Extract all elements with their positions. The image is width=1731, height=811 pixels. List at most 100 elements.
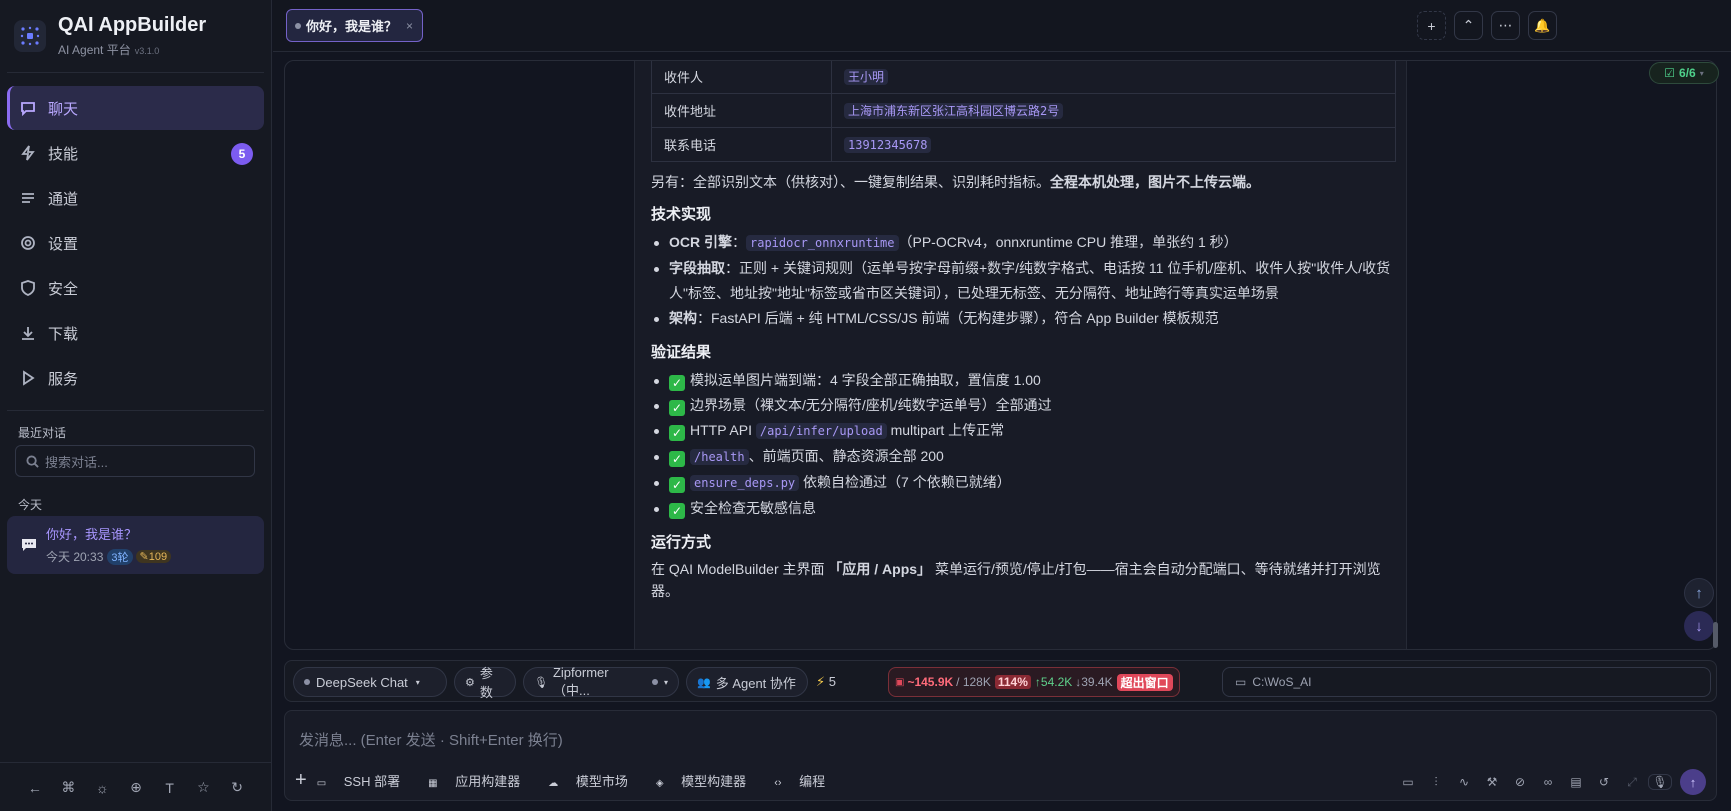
notification-bell-icon[interactable]: 🔔 <box>1528 11 1557 40</box>
bolt-count: ⚡ 5 <box>816 674 836 690</box>
working-dir-value: C:\WoS_AI <box>1252 675 1312 689</box>
nav-item-label: 技能 <box>48 145 79 163</box>
chat-icon <box>19 99 37 117</box>
scroll-up-button[interactable]: ↑ <box>1684 578 1714 608</box>
nav-item-label: 服务 <box>48 370 79 388</box>
item-sep: ： <box>697 310 711 326</box>
table-value: 上海市浦东新区张江高科园区博云路2号 <box>844 103 1064 119</box>
collapse-button[interactable]: ⌃ <box>1454 11 1483 40</box>
chat-scrollbar[interactable] <box>1713 622 1718 648</box>
expand-icon[interactable]: ⤢ <box>1620 775 1644 790</box>
nav-item-security[interactable]: 安全 <box>7 266 264 310</box>
group-label-today: 今天 <box>18 498 43 512</box>
history-icon[interactable]: ↺ <box>1592 775 1616 789</box>
check-icon: ✓ <box>669 375 685 391</box>
params-button[interactable]: ⚙ 参数 <box>454 666 516 700</box>
check-icon: ✓ <box>669 425 685 441</box>
item-text: 安全检查无敏感信息 <box>690 500 816 516</box>
sidebar-footer: ← ⌘ ☼ ⊕ T ☆ ↻ <box>0 762 272 811</box>
ssh-deploy-button[interactable]: ▭ SSH 部署 <box>317 771 414 790</box>
bolt-count-value: 5 <box>828 674 836 689</box>
item-label: 字段抽取 <box>669 260 725 276</box>
tools-icon[interactable]: ⚒ <box>1480 775 1504 789</box>
nav-item-channels[interactable]: 通道 <box>7 176 264 220</box>
pulse-icon[interactable]: ∿ <box>1452 775 1476 789</box>
conversation-item[interactable]: 你好，我是谁？ 今天 20:33 3轮 ✎109 <box>7 516 264 574</box>
theme-icon[interactable]: ☼ <box>90 780 114 796</box>
sidebar: QAI AppBuilder AI Agent 平台 v3.1.0 聊天 技能 5 … <box>0 0 272 811</box>
model-market-button[interactable]: ☁ 模型市场 <box>548 771 642 790</box>
agents-icon: 👥 <box>697 676 711 689</box>
message-input[interactable]: 发消息... (Enter 发送 · Shift+Enter 换行) <box>299 729 563 750</box>
check-icon: ✓ <box>669 477 685 493</box>
app-title: QAI AppBuilder <box>58 14 207 36</box>
block-icon[interactable]: ⊘ <box>1508 775 1532 789</box>
tech-list: OCR 引擎： rapidocr_onnxruntime （PP-OCRv4，onn… <box>651 230 1396 331</box>
star-icon[interactable]: ☆ <box>191 779 215 796</box>
nav-item-label: 设置 <box>48 235 79 253</box>
rounds-badge: 3轮 <box>107 548 133 565</box>
composer-actions: ▭ ⫶ ∿ ⚒ ⊘ ∞ ▤ ↺ ⤢ 🎙 ↑ <box>1392 769 1706 795</box>
conversation-search-input[interactable]: 搜索对话... <box>15 445 255 477</box>
token-usage-stat[interactable]: ▣ ~145.9K / 128K 114% ↑54.2K ↓39.4K 超出窗口 <box>888 667 1180 697</box>
list-item: ✓ 边界场景（裸文本/无分隔符/座机/纯数字运单号）全部通过 <box>651 393 1396 418</box>
tab-status-dot <box>295 22 301 29</box>
folder-icon[interactable]: ▭ <box>1396 775 1420 789</box>
app-builder-button[interactable]: ▦ 应用构建器 <box>428 771 534 790</box>
nav-item-download[interactable]: 下载 <box>7 311 264 355</box>
nav-item-label: 安全 <box>48 280 79 298</box>
command-icon[interactable]: ⌘ <box>57 779 81 796</box>
context-icon: ▣ <box>895 676 905 688</box>
terminal-icon: ▭ <box>316 778 327 789</box>
asr-selector[interactable]: 🎙 Zipformer（中... ▾ <box>523 665 679 698</box>
item-text: 正则 + 关键词规则（运单号按字母前缀+数字/纯数字格式、电话按 11 位手机/… <box>669 260 1391 301</box>
nav-item-services[interactable]: 服务 <box>7 356 264 400</box>
scroll-down-button[interactable]: ↓ <box>1684 611 1714 641</box>
top-bar: 你好，我是谁？ × + ⌃ ⋯ 🔔 <box>273 0 1731 52</box>
bolt-icon: ⚡ <box>816 674 826 689</box>
tokens-limit: / 128K <box>956 675 991 689</box>
refresh-icon[interactable]: ↻ <box>225 779 249 796</box>
back-icon[interactable]: ← <box>23 780 47 796</box>
tab-close-icon[interactable]: × <box>406 19 413 33</box>
gear-icon <box>19 234 37 252</box>
send-button[interactable]: ↑ <box>1680 769 1706 795</box>
comment-icon[interactable]: ▤ <box>1564 775 1588 789</box>
globe-icon[interactable]: ⊕ <box>124 779 148 796</box>
coding-button[interactable]: ‹› 编程 <box>774 771 839 790</box>
font-icon[interactable]: T <box>158 780 182 796</box>
item-text: FastAPI 后端 + 纯 HTML/CSS/JS 前端（无构建步骤），符合 … <box>711 310 1219 326</box>
link-icon[interactable]: ∞ <box>1536 775 1560 789</box>
model-builder-button[interactable]: ◈ 模型构建器 <box>656 771 760 790</box>
working-dir-field[interactable]: ▭ C:\WoS_AI <box>1222 667 1711 697</box>
nav-item-chat[interactable]: 聊天 <box>7 86 264 130</box>
item-sep: ： <box>725 260 739 276</box>
multi-agent-button[interactable]: 👥 多 Agent 协作 <box>686 667 808 697</box>
task-counter-badge[interactable]: ☑ 6/6 ▾ <box>1649 62 1719 84</box>
list-item: ✓ ensure_deps.py 依赖自检通过（7 个依赖已就绪） <box>651 470 1396 496</box>
message-composer[interactable]: 发消息... (Enter 发送 · Shift+Enter 换行) + ▭ S… <box>284 710 1717 801</box>
divider <box>7 72 264 73</box>
add-attachment-button[interactable]: + <box>295 769 307 792</box>
chevron-down-icon: ▾ <box>1699 68 1704 78</box>
verify-list: ✓ 模拟运单图片端到端：4 字段全部正确抽取，置信度 1.00 ✓ 边界场景（裸文本… <box>651 368 1396 521</box>
new-tab-button[interactable]: + <box>1417 11 1446 40</box>
chevron-down-icon: ▾ <box>415 677 420 687</box>
app-root: QAI AppBuilder AI Agent 平台 v3.1.0 聊天 技能 5 … <box>0 0 1731 811</box>
more-button[interactable]: ⋯ <box>1491 11 1520 40</box>
sliders-icon[interactable]: ⫶ <box>1424 775 1448 790</box>
chat-area: 收件人 王小明 收件地址 上海市浦东新区张江高科园区博云路2号 联系电话 139123… <box>284 60 1717 650</box>
mic-icon[interactable]: 🎙 <box>1648 774 1672 790</box>
tab-conversation[interactable]: 你好，我是谁？ × <box>286 9 423 42</box>
check-icon: ✓ <box>669 503 685 519</box>
table-value-cell: 王小明 <box>831 61 1396 94</box>
nav-item-settings[interactable]: 设置 <box>7 221 264 265</box>
model-selector[interactable]: DeepSeek Chat ▾ <box>293 667 447 697</box>
chat-toolbar: DeepSeek Chat ▾ ⚙ 参数 🎙 Zipformer（中... ▾ 👥 多 A… <box>284 660 1717 702</box>
item-text: multipart 上传正常 <box>886 422 1005 438</box>
run-text: 在 QAI ModelBuilder 主界面 <box>651 561 829 577</box>
message-content: 收件人 王小明 收件地址 上海市浦东新区张江高科园区博云路2号 联系电话 139123… <box>651 61 1396 602</box>
item-text: 依赖自检通过（7 个依赖已就绪） <box>799 474 1011 490</box>
nav-item-skills[interactable]: 技能 5 <box>7 131 264 175</box>
skills-count-badge: 5 <box>231 143 253 165</box>
